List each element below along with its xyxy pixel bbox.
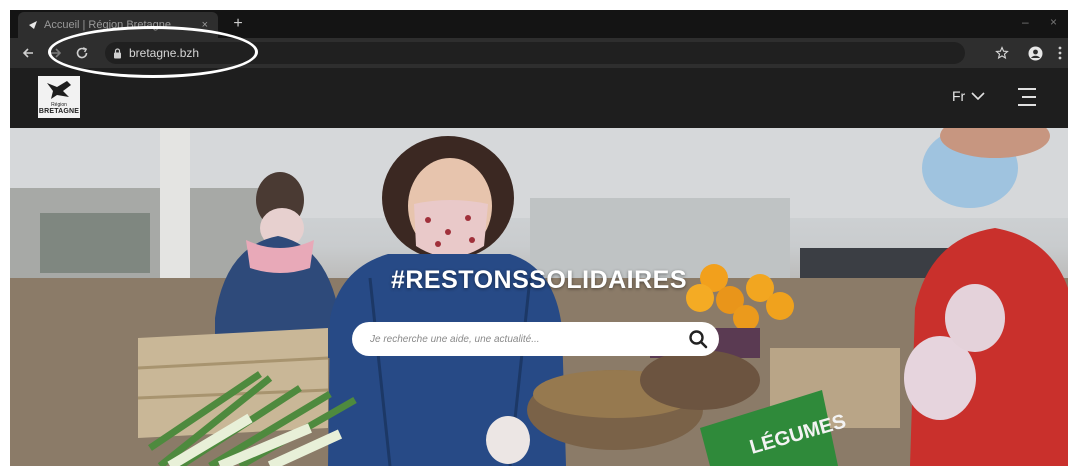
back-button[interactable] (18, 43, 38, 63)
chevron-down-icon (971, 92, 985, 100)
language-label: Fr (952, 88, 966, 104)
new-tab-button[interactable]: + (228, 14, 248, 34)
logo-text-bretagne: BRETAGNE (38, 108, 80, 115)
reload-icon (76, 47, 88, 59)
reload-button[interactable] (72, 43, 92, 63)
browser-window: Accueil | Région Bretagne × + – × bretag… (10, 10, 1068, 466)
minimize-icon[interactable]: – (1022, 15, 1029, 29)
arrow-left-icon (22, 48, 33, 58)
browser-tab[interactable]: Accueil | Région Bretagne × (18, 12, 218, 38)
bookmark-button[interactable] (992, 43, 1012, 63)
account-icon (1028, 46, 1042, 60)
arrow-right-icon (51, 48, 62, 58)
tab-close-icon[interactable]: × (202, 19, 208, 31)
logo-mark-icon (47, 81, 71, 99)
hero-photo: LÉGUMES (10, 128, 1068, 466)
profile-button[interactable] (1025, 43, 1045, 63)
region-bretagne-logo[interactable]: Région BRETAGNE (38, 76, 80, 118)
address-bar[interactable]: bretagne.bzh (105, 42, 965, 64)
browser-toolbar: bretagne.bzh (10, 38, 1068, 68)
hero-banner: LÉGUMES #RESTONSSOLIDAIRES (10, 128, 1068, 466)
hero-search-bar (352, 322, 719, 356)
tab-strip: Accueil | Région Bretagne × + – × (10, 10, 1068, 38)
search-icon (689, 330, 708, 349)
forward-button[interactable] (46, 43, 66, 63)
search-button[interactable] (687, 328, 709, 350)
star-icon (995, 46, 1009, 60)
hero-title: #RESTONSSOLIDAIRES (390, 266, 688, 294)
language-selector[interactable]: Fr (952, 88, 985, 104)
address-url[interactable]: bretagne.bzh (129, 46, 199, 60)
browser-menu-button[interactable] (1050, 43, 1068, 63)
kebab-menu-icon (1058, 46, 1062, 60)
close-window-icon[interactable]: × (1050, 15, 1057, 29)
tab-title: Accueil | Région Bretagne (44, 19, 171, 31)
search-input[interactable] (368, 332, 687, 346)
site-header: Région BRETAGNE Fr (10, 68, 1068, 128)
hamburger-icon[interactable] (1014, 86, 1036, 108)
favicon-icon (28, 20, 38, 30)
lock-icon (114, 47, 121, 58)
